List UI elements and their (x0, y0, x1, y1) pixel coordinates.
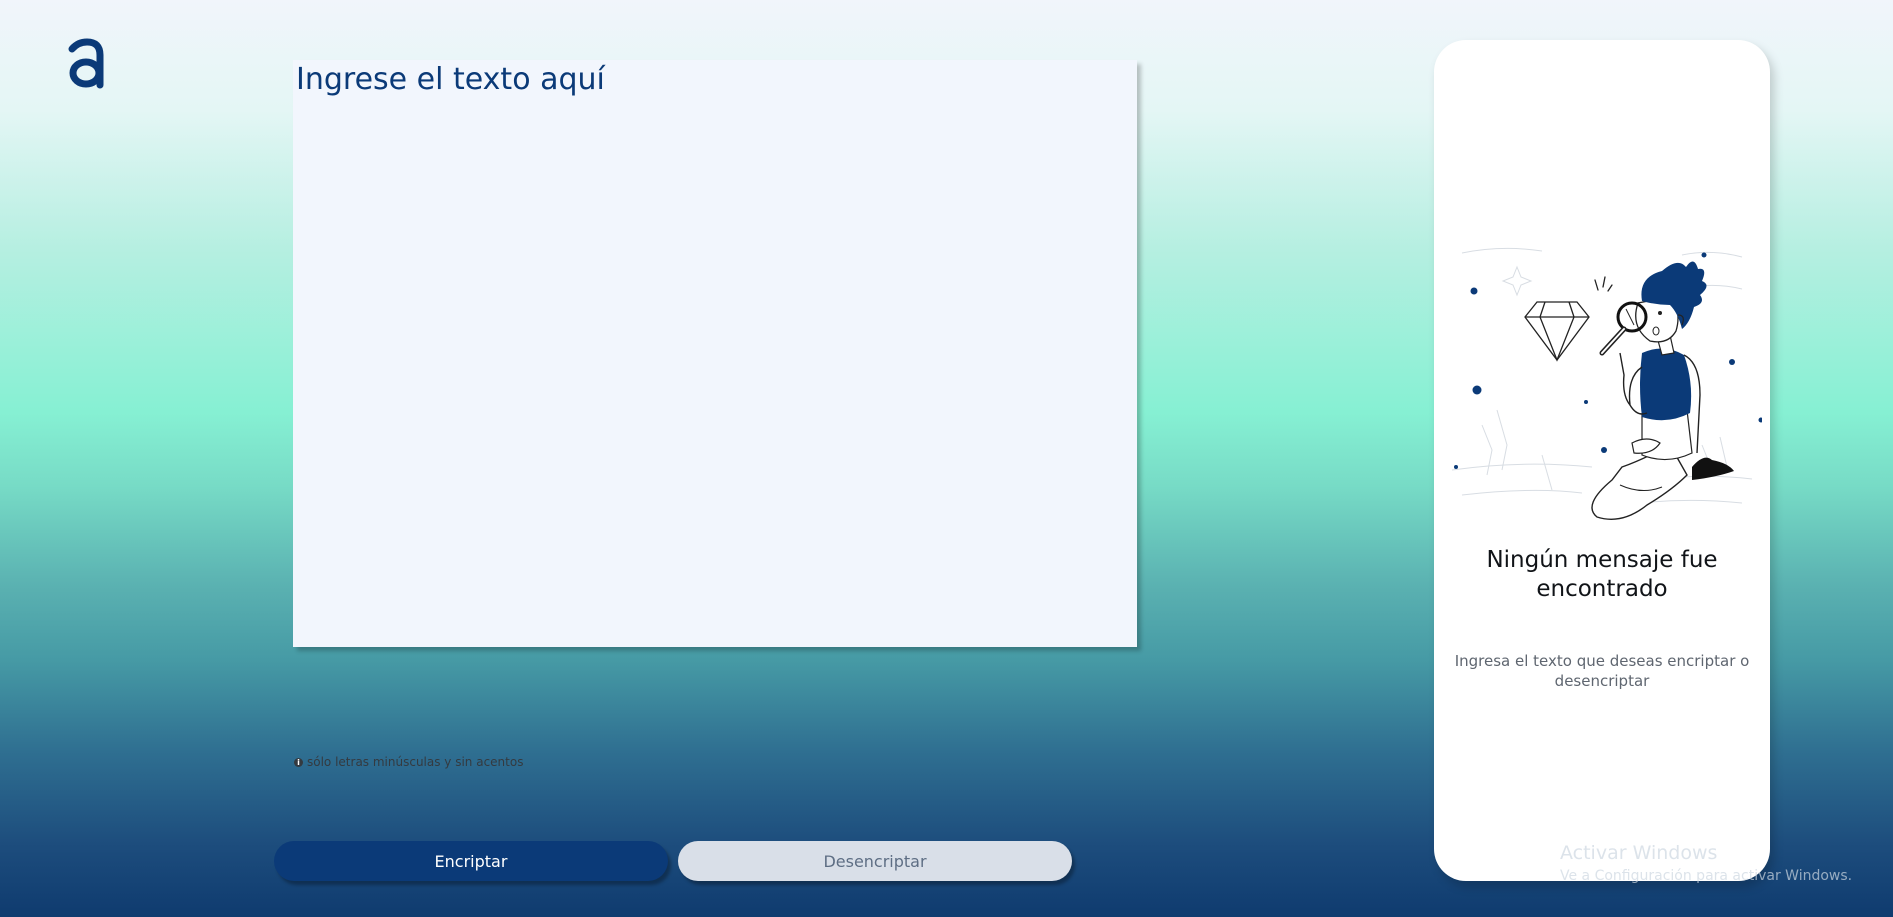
person-with-magnifier-illustration-icon (1451, 247, 1762, 520)
info-circle-icon: i (294, 757, 303, 767)
panel-subtitle: Ingresa el texto que deseas encriptar o … (1454, 652, 1750, 690)
decrypt-button[interactable]: Desencriptar (678, 841, 1072, 881)
hint-text: sólo letras minúsculas y sin acentos (307, 755, 524, 769)
encrypt-button[interactable]: Encriptar (274, 841, 668, 881)
letter-a-logo-icon (68, 38, 104, 89)
output-panel: Ningún mensaje fue encontrado Ingresa el… (1434, 40, 1770, 881)
input-hint: i sólo letras minúsculas y sin acentos (294, 755, 523, 769)
panel-title: Ningún mensaje fue encontrado (1486, 547, 1718, 602)
message-input[interactable] (293, 60, 1137, 647)
